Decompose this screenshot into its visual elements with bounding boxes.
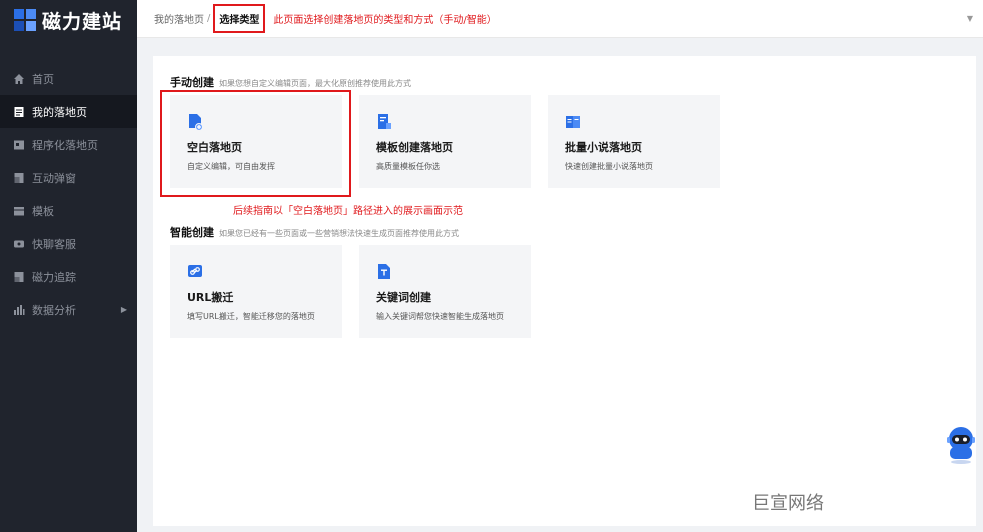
breadcrumb-separator: / [207,13,211,24]
sidebar-item-templates[interactable]: 模板 [0,194,137,227]
sidebar-item-label: 快聊客服 [32,237,76,251]
template-icon [13,205,25,217]
card-title: URL搬迁 [187,291,234,304]
watermark: 巨宣网络 [752,493,824,514]
sidebar-item-label: 数据分析 [32,303,76,317]
sidebar-item-interactive-popup[interactable]: 互动弹窗 [0,161,137,194]
card-desc: 输入关键词帮您快速智能生成落地页 [376,312,504,321]
card-desc: 高质量模板任你选 [376,162,440,171]
sidebar-item-label: 首页 [32,72,54,86]
app-logo[interactable]: 磁力建站 [0,0,137,40]
logo-text: 磁力建站 [42,10,123,33]
tracking-icon [13,271,25,283]
chevron-right-icon: ▶ [120,305,127,314]
sidebar-nav: 首页 我的落地页 程序化落地页 互动弹窗 模板 快聊客服 磁力追踪 数据分析 ▶ [0,62,137,326]
card-title: 批量小说落地页 [565,141,642,154]
main-panel: 手动创建 如果您想自定义编辑页面，最大化原创推荐使用此方式 空白落地页 自定义编… [153,56,976,526]
smart-section-header: 智能创建 如果您已经有一些页面或一些营销想法快速生成页面推荐使用此方式 [170,224,459,240]
sidebar-item-label: 程序化落地页 [32,138,98,152]
sidebar-item-my-landing-pages[interactable]: 我的落地页 [0,95,137,128]
sidebar-item-tracking[interactable]: 磁力追踪 [0,260,137,293]
highlight-box [160,90,351,197]
sidebar-item-label: 模板 [32,204,54,218]
chart-icon [13,304,25,316]
sidebar: 磁力建站 首页 我的落地页 程序化落地页 互动弹窗 模板 快聊客服 磁力追踪 数… [0,0,137,532]
card-title: 关键词创建 [376,291,431,304]
card-url-migration[interactable]: URL搬迁 填写URL搬迁，智能迁移您的落地页 [170,245,342,338]
sidebar-item-home[interactable]: 首页 [0,62,137,95]
assistant-robot-icon[interactable] [943,425,979,465]
sidebar-item-chat-service[interactable]: 快聊客服 [0,227,137,260]
sidebar-item-label: 磁力追踪 [32,270,76,284]
smart-section-desc: 如果您已经有一些页面或一些营销想法快速生成页面推荐使用此方式 [219,229,459,238]
manual-section-desc: 如果您想自定义编辑页面，最大化原创推荐使用此方式 [219,79,411,88]
top-bar: 我的落地页 / 选择类型 此页面选择创建落地页的类型和方式（手动/智能） ▼ [137,0,983,38]
keyword-icon [376,263,392,281]
sidebar-item-label: 我的落地页 [32,105,87,119]
book-icon [565,113,581,131]
card-template-landing-page[interactable]: 模板创建落地页 高质量模板任你选 [359,95,531,188]
sidebar-item-programmatic[interactable]: 程序化落地页 [0,128,137,161]
manual-section-header: 手动创建 如果您想自定义编辑页面，最大化原创推荐使用此方式 [170,74,411,90]
card-desc: 填写URL搬迁，智能迁移您的落地页 [187,312,315,321]
template-page-icon [376,113,392,131]
card-keyword-creation[interactable]: 关键词创建 输入关键词帮您快速智能生成落地页 [359,245,531,338]
smart-section-title: 智能创建 [170,226,214,239]
popup-icon [13,172,25,184]
breadcrumb-current: 选择类型 [213,4,266,33]
sidebar-item-label: 互动弹窗 [32,171,76,185]
document-icon [13,106,25,118]
breadcrumb-parent[interactable]: 我的落地页 [154,11,204,26]
home-icon [13,73,25,85]
sidebar-item-data-analysis[interactable]: 数据分析 ▶ [0,293,137,326]
card-batch-novel-landing-page[interactable]: 批量小说落地页 快速创建批量小说落地页 [548,95,720,188]
logo-mark-icon [14,9,36,31]
card-desc: 快速创建批量小说落地页 [565,162,653,171]
account-dropdown-icon[interactable]: ▼ [967,14,973,23]
program-icon [13,139,25,151]
link-icon [187,263,203,281]
annotation-card-note: 后续指南以「空白落地页」路径进入的展示画面示范 [233,206,463,217]
annotation-top-note: 此页面选择创建落地页的类型和方式（手动/智能） [273,15,497,26]
card-title: 模板创建落地页 [376,141,453,154]
chat-icon [13,238,25,250]
manual-section-title: 手动创建 [170,76,214,89]
